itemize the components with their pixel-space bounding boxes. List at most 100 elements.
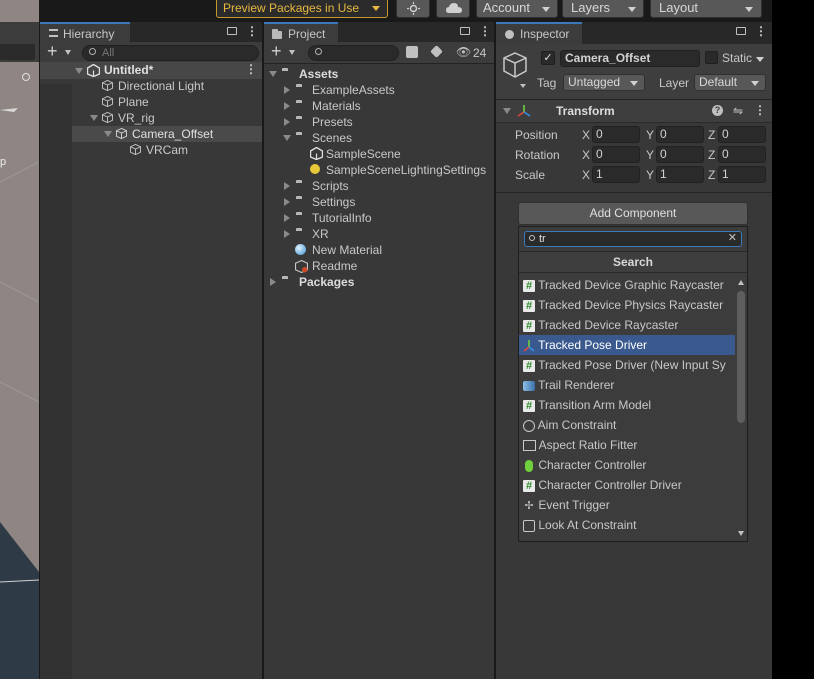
- more-options-icon[interactable]: ⋮: [479, 24, 491, 38]
- project-item[interactable]: XR: [264, 226, 494, 242]
- project-item[interactable]: Readme: [264, 258, 494, 274]
- static-checkbox[interactable]: [705, 51, 718, 64]
- transform-header[interactable]: Transform ? ⇋ ⋮: [496, 100, 772, 123]
- clear-search-icon[interactable]: ✕: [728, 231, 737, 244]
- scene-view[interactable]: p: [0, 0, 39, 679]
- active-checkbox[interactable]: ✓: [541, 51, 555, 65]
- account-dropdown[interactable]: Account: [476, 0, 558, 18]
- cloud-button[interactable]: [436, 0, 470, 18]
- add-icon[interactable]: +: [271, 41, 282, 62]
- lock-icon[interactable]: [227, 27, 237, 35]
- rotation-x-field[interactable]: 0: [592, 146, 640, 163]
- chevron-right-icon[interactable]: [270, 278, 276, 286]
- preview-packages-button[interactable]: Preview Packages in Use: [216, 0, 388, 18]
- position-z-field[interactable]: 0: [718, 126, 766, 143]
- scale-x-field[interactable]: 1: [592, 166, 640, 183]
- filter-by-type-icon[interactable]: [406, 46, 418, 58]
- tag-icon[interactable]: [430, 45, 443, 58]
- preset-icon[interactable]: ⇋: [733, 104, 743, 118]
- chevron-down-icon[interactable]: [104, 131, 112, 137]
- chevron-right-icon[interactable]: [284, 86, 290, 94]
- scrollbar[interactable]: [735, 275, 747, 541]
- hierarchy-item[interactable]: VRCam: [40, 142, 262, 158]
- trail-icon: [523, 380, 535, 391]
- tag-dropdown[interactable]: Untagged: [563, 74, 645, 91]
- hidden-packages-icon[interactable]: 👁: [456, 45, 471, 59]
- list-item[interactable]: # Character Controller Driver: [519, 475, 735, 495]
- list-item[interactable]: Look At Constraint: [519, 515, 735, 535]
- lock-icon[interactable]: [736, 27, 746, 35]
- chevron-down-icon[interactable]: [520, 84, 526, 88]
- project-search-input[interactable]: [308, 45, 399, 61]
- project-item[interactable]: Presets: [264, 114, 494, 130]
- layer-dropdown[interactable]: Default: [694, 74, 766, 91]
- position-x-field[interactable]: 0: [592, 126, 640, 143]
- project-item[interactable]: TutorialInfo: [264, 210, 494, 226]
- more-options-icon[interactable]: ⋮: [755, 24, 767, 38]
- chevron-right-icon[interactable]: [284, 198, 290, 206]
- list-item[interactable]: Aspect Ratio Fitter: [519, 435, 735, 455]
- project-item[interactable]: SampleScene: [264, 146, 494, 162]
- component-search-input[interactable]: tr ✕: [524, 231, 742, 247]
- chevron-down-icon[interactable]: [283, 135, 291, 141]
- list-item[interactable]: # Transition Arm Model: [519, 395, 735, 415]
- rotation-y-field[interactable]: 0: [656, 146, 704, 163]
- scale-y-field[interactable]: 1: [656, 166, 704, 183]
- add-component-button[interactable]: Add Component: [518, 202, 748, 225]
- scrollbar-thumb[interactable]: [737, 291, 745, 423]
- packages-folder[interactable]: Packages: [264, 274, 494, 290]
- more-options-icon[interactable]: ⋮: [246, 24, 258, 38]
- project-item[interactable]: ExampleAssets: [264, 82, 494, 98]
- list-item[interactable]: # Tracked Device Physics Raycaster: [519, 295, 735, 315]
- object-name-field[interactable]: Camera_Offset: [560, 50, 700, 67]
- position-y-field[interactable]: 0: [656, 126, 704, 143]
- tab-inspector[interactable]: Inspector: [496, 22, 582, 44]
- list-item[interactable]: # Tracked Device Graphic Raycaster: [519, 275, 735, 295]
- more-options-icon[interactable]: ⋮: [245, 62, 257, 76]
- rotation-z-field[interactable]: 0: [718, 146, 766, 163]
- hierarchy-item[interactable]: Plane: [40, 94, 262, 110]
- chevron-right-icon[interactable]: [284, 182, 290, 190]
- chevron-right-icon[interactable]: [284, 214, 290, 222]
- lock-icon[interactable]: [460, 27, 470, 35]
- chevron-right-icon[interactable]: [284, 118, 290, 126]
- chevron-down-icon[interactable]: [756, 57, 764, 62]
- hierarchy-search-input[interactable]: All: [82, 45, 259, 61]
- chevron-down-icon: [628, 7, 636, 12]
- project-item[interactable]: Settings: [264, 194, 494, 210]
- chevron-right-icon[interactable]: [284, 230, 290, 238]
- project-item[interactable]: New Material: [264, 242, 494, 258]
- chevron-down-icon[interactable]: [75, 68, 83, 74]
- layout-dropdown[interactable]: Layout: [650, 0, 762, 18]
- list-item[interactable]: Trail Renderer: [519, 375, 735, 395]
- hierarchy-item[interactable]: Directional Light: [40, 78, 262, 94]
- list-item[interactable]: ✢ Event Trigger: [519, 495, 735, 515]
- project-item[interactable]: Scripts: [264, 178, 494, 194]
- add-icon[interactable]: +: [47, 41, 58, 62]
- lighting-button[interactable]: [396, 0, 430, 18]
- scale-z-field[interactable]: 1: [718, 166, 766, 183]
- list-item[interactable]: # Tracked Device Raycaster: [519, 315, 735, 335]
- chevron-down-icon[interactable]: [269, 71, 277, 77]
- project-item[interactable]: Materials: [264, 98, 494, 114]
- list-item-selected[interactable]: Tracked Pose Driver: [519, 335, 735, 355]
- assets-folder[interactable]: Assets: [264, 66, 494, 82]
- list-item[interactable]: Character Controller: [519, 455, 735, 475]
- hierarchy-item[interactable]: VR_rig: [40, 110, 262, 126]
- scroll-up-icon[interactable]: [738, 280, 744, 285]
- project-item[interactable]: SampleSceneLightingSettings: [264, 162, 494, 178]
- scroll-down-icon[interactable]: [738, 531, 744, 536]
- help-icon[interactable]: ?: [712, 105, 723, 116]
- list-item[interactable]: # Tracked Pose Driver (New Input Sy: [519, 355, 735, 375]
- layers-dropdown[interactable]: Layers: [562, 0, 644, 18]
- list-item[interactable]: Aim Constraint: [519, 415, 735, 435]
- chevron-right-icon[interactable]: [284, 102, 290, 110]
- chevron-down-icon[interactable]: [503, 108, 511, 114]
- scene-header-row[interactable]: Untitled* ⋮: [40, 62, 262, 79]
- hierarchy-item-selected[interactable]: Camera_Offset: [40, 126, 262, 142]
- scene-grid: [0, 108, 39, 679]
- project-item[interactable]: Scenes: [264, 130, 494, 146]
- gameobject-icon: [102, 96, 113, 107]
- more-options-icon[interactable]: ⋮: [754, 103, 766, 117]
- chevron-down-icon[interactable]: [90, 115, 98, 121]
